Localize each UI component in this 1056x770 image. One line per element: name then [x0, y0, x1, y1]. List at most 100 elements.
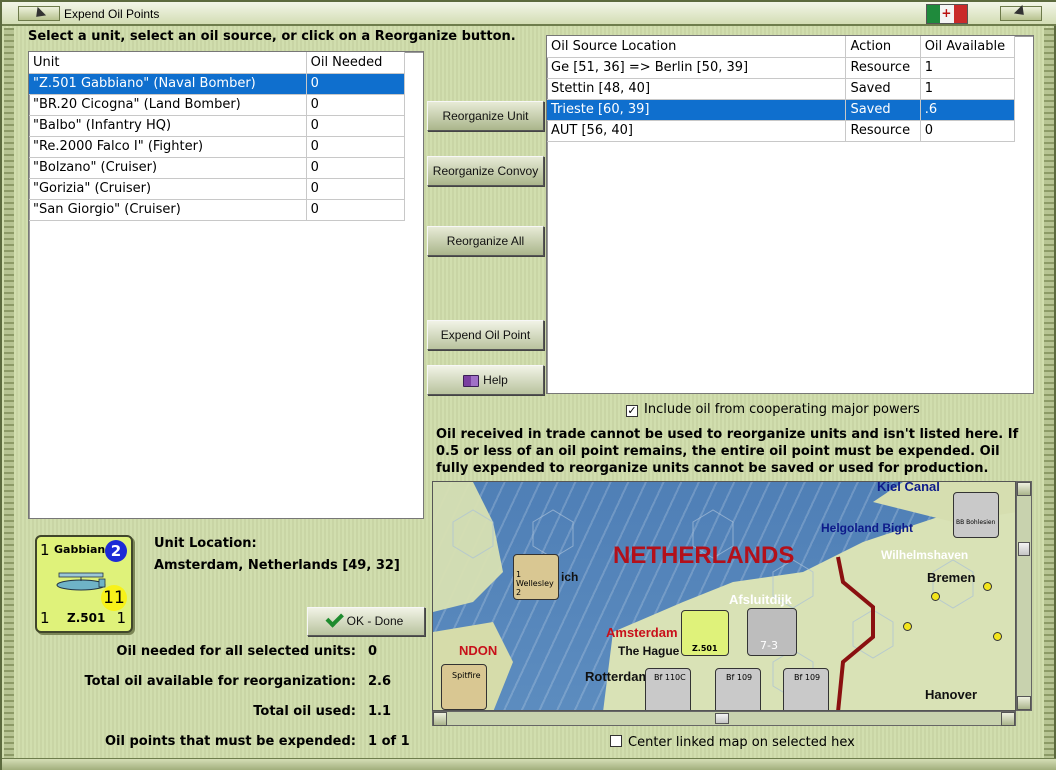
oil-needed-cell: 0 — [306, 199, 406, 221]
oil-available-cell: 1 — [920, 78, 1016, 100]
oil-source-row[interactable]: Ge [51, 36] => Berlin [50, 39] Resource 1 — [547, 57, 1016, 79]
center-map-label: Center linked map on selected hex — [628, 735, 855, 750]
oil-needed-label: Oil needed for all selected units: — [116, 644, 356, 659]
total-oil-used-value: 1.1 — [368, 704, 392, 719]
counter-bottom-right-value: 1 — [116, 609, 126, 627]
unit-row[interactable]: "Bolzano" (Cruiser) 0 — [29, 157, 406, 179]
map-counter-bf109-a-label: Bf 109 — [726, 673, 753, 682]
oil-needed-cell: 0 — [306, 73, 406, 95]
unit-row[interactable]: "Re.2000 Falco I" (Fighter) 0 — [29, 136, 406, 158]
oil-needed-cell: 0 — [306, 115, 406, 137]
scroll-left-arrow[interactable] — [433, 712, 447, 726]
map-counter-bf109-b-label: Bf 109 — [794, 673, 821, 682]
oil-action-cell: Resource — [845, 120, 921, 142]
center-map-checkbox[interactable] — [610, 735, 622, 747]
dialog-window: Expend Oil Points Select a unit, select … — [0, 0, 1056, 770]
ok-done-label: OK - Done — [346, 614, 404, 628]
units-table: Unit Oil Needed "Z.501 Gabbiano" (Naval … — [29, 52, 406, 221]
oil-rules-note: Oil received in trade cannot be used to … — [436, 427, 1019, 476]
map-city-marker — [903, 622, 912, 631]
map-label-wilhelmshaven: Wilhelmshaven — [881, 548, 969, 562]
column-header-oil-source[interactable]: Oil Source Location — [547, 36, 847, 58]
oil-available-cell: .6 — [920, 99, 1016, 121]
map-horizontal-scrollbar[interactable] — [432, 711, 1016, 726]
total-oil-used-label: Total oil used: — [253, 704, 356, 719]
map-counter-wellesley-label: 1 Wellesley 2 — [516, 570, 554, 597]
selected-unit-counter: 1 Gabbiano 2 11 1 Z.501 1 — [35, 535, 133, 633]
scroll-down-arrow[interactable] — [1017, 696, 1031, 710]
unit-name-cell: "Bolzano" (Cruiser) — [29, 157, 307, 179]
linked-map[interactable]: Kiel Canal Helgoland Bight NETHERLANDS W… — [432, 481, 1016, 711]
ok-done-button[interactable]: OK - Done — [307, 607, 425, 636]
oil-needed-cell: 0 — [306, 136, 406, 158]
unit-name-cell: "Gorizia" (Cruiser) — [29, 178, 307, 200]
unit-row[interactable]: "Balbo" (Infantry HQ) 0 — [29, 115, 406, 137]
map-label-afsluitdijk: Afsluitdijk — [729, 592, 792, 607]
right-frame-edge — [1044, 28, 1054, 758]
map-counter-gabbiano[interactable]: Z.501 — [681, 610, 729, 656]
include-cooperating-oil-checkbox[interactable]: ✓ — [626, 405, 638, 417]
unit-name-cell: "Re.2000 Falco I" (Fighter) — [29, 136, 307, 158]
map-counter-bohlesien[interactable]: BB Bohlesien — [953, 492, 999, 538]
unit-row[interactable]: "Z.501 Gabbiano" (Naval Bomber) 0 — [29, 73, 406, 95]
column-header-action[interactable]: Action — [845, 36, 921, 58]
horizontal-scroll-thumb[interactable] — [715, 713, 729, 724]
map-counter-bf110[interactable]: Bf 110C — [645, 668, 691, 710]
map-counter-bf109-a[interactable]: Bf 109 — [715, 668, 761, 710]
map-city-marker — [993, 632, 1002, 641]
reorganize-all-button[interactable]: Reorganize All — [427, 226, 544, 256]
map-counter-spitfire[interactable]: Spitfire — [441, 664, 487, 710]
map-city-marker — [983, 582, 992, 591]
unit-name-cell: "BR.20 Cicogna" (Land Bomber) — [29, 94, 307, 116]
map-counter-spitfire-label: Spitfire — [452, 671, 481, 680]
vertical-scroll-thumb[interactable] — [1018, 542, 1030, 556]
map-label-the-hague: The Hague — [618, 644, 680, 658]
oil-action-cell: Resource — [845, 57, 921, 79]
map-label-helgoland: Helgoland Bight — [821, 521, 913, 535]
scroll-up-arrow[interactable] — [1017, 482, 1031, 496]
unit-row[interactable]: "San Giorgio" (Cruiser) 0 — [29, 199, 406, 221]
window-menu-button[interactable] — [18, 6, 60, 21]
unit-location-value: Amsterdam, Netherlands [49, 32] — [154, 558, 400, 573]
checkmark-icon — [325, 609, 344, 628]
oil-action-cell: Saved — [845, 99, 921, 121]
unit-location-label: Unit Location: — [154, 536, 257, 551]
map-vertical-scrollbar[interactable] — [1016, 481, 1032, 711]
reorganize-convoy-button[interactable]: Reorganize Convoy — [427, 156, 544, 186]
column-header-oil-needed[interactable]: Oil Needed — [306, 52, 406, 74]
map-city-marker — [931, 592, 940, 601]
title-bar: Expend Oil Points — [2, 2, 1056, 26]
window-restore-button[interactable] — [1000, 6, 1042, 21]
map-counter-army[interactable]: 7-3 — [747, 608, 797, 656]
units-table-panel: Unit Oil Needed "Z.501 Gabbiano" (Naval … — [28, 51, 424, 519]
help-book-icon — [463, 374, 480, 387]
map-counter-army-label: 7-3 — [760, 639, 778, 652]
help-button[interactable]: Help — [427, 365, 544, 395]
expend-oil-point-button[interactable]: Expend Oil Point — [427, 320, 544, 350]
help-label: Help — [483, 373, 508, 387]
include-cooperating-oil-checkbox-row[interactable]: ✓ Include oil from cooperating major powe… — [626, 402, 920, 417]
counter-top-left-value: 1 — [40, 541, 50, 559]
center-map-checkbox-row[interactable]: Center linked map on selected hex — [610, 735, 855, 750]
oil-source-row[interactable]: AUT [56, 40] Resource 0 — [547, 120, 1016, 142]
unit-row[interactable]: "Gorizia" (Cruiser) 0 — [29, 178, 406, 200]
column-header-oil-available[interactable]: Oil Available — [920, 36, 1016, 58]
map-counter-bf109-b[interactable]: Bf 109 — [783, 668, 829, 710]
oil-available-cell: 1 — [920, 57, 1016, 79]
oil-action-cell: Saved — [845, 78, 921, 100]
counter-unit-id: Z.501 — [67, 611, 106, 625]
unit-name-cell: "Balbo" (Infantry HQ) — [29, 115, 307, 137]
unit-row[interactable]: "BR.20 Cicogna" (Land Bomber) 0 — [29, 94, 406, 116]
column-header-unit[interactable]: Unit — [29, 52, 307, 74]
oil-needed-cell: 0 — [306, 94, 406, 116]
reorganize-unit-button[interactable]: Reorganize Unit — [427, 101, 544, 131]
oil-source-row[interactable]: Trieste [60, 39] Saved .6 — [547, 99, 1016, 121]
scroll-right-arrow[interactable] — [1001, 712, 1015, 726]
map-counter-bohlesien-label: BB Bohlesien — [956, 519, 996, 526]
include-cooperating-oil-label: Include oil from cooperating major power… — [644, 402, 920, 417]
map-counter-wellesley[interactable]: 1 Wellesley 2 — [513, 554, 559, 600]
oil-source-row[interactable]: Stettin [48, 40] Saved 1 — [547, 78, 1016, 100]
window-title: Expend Oil Points — [64, 7, 160, 21]
italy-flag-icon — [926, 4, 968, 24]
map-label-amsterdam: Amsterdam — [606, 625, 678, 640]
